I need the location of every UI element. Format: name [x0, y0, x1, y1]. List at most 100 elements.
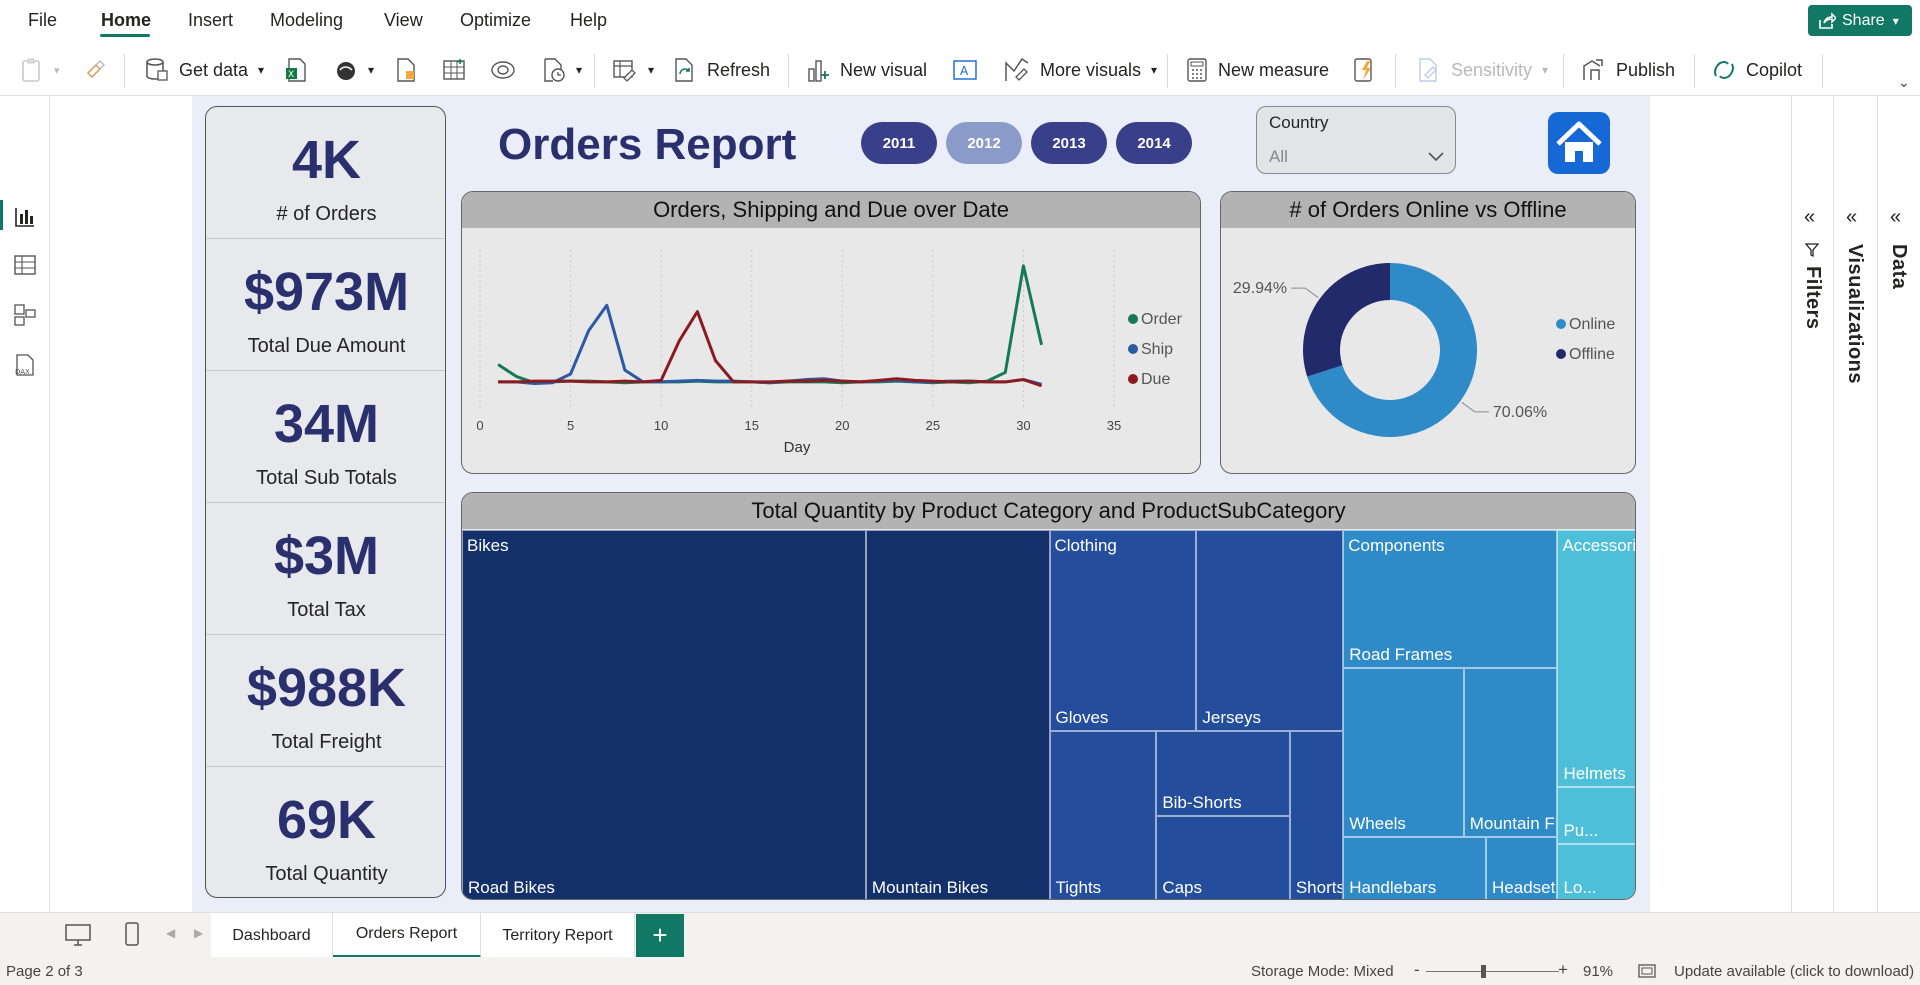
- paste-chevron-icon: ▾: [54, 64, 60, 77]
- kpi-value: 4K: [291, 130, 362, 190]
- report-view-icon[interactable]: [12, 204, 38, 230]
- year-slicer-2014[interactable]: 2014: [1116, 122, 1192, 164]
- previous-page-icon[interactable]: ◀: [166, 926, 175, 940]
- year-slicer-2013[interactable]: 2013: [1031, 122, 1107, 164]
- fit-to-page-icon[interactable]: [1637, 963, 1657, 979]
- collapse-chevron-icon[interactable]: «: [1890, 206, 1901, 229]
- legend-label[interactable]: Offline: [1569, 346, 1615, 363]
- treemap-tile-shorts[interactable]: Shorts: [1289, 730, 1344, 899]
- menu-help[interactable]: Help: [570, 10, 607, 31]
- treemap-tile-gloves[interactable]: Gloves: [1049, 530, 1197, 731]
- tab-territory-report[interactable]: Territory Report: [481, 913, 635, 958]
- x-tick-label: 5: [567, 418, 574, 433]
- kpi-card-sub-totals[interactable]: 34M Total Sub Totals: [206, 371, 445, 503]
- treemap-tile-wheels[interactable]: Wheels: [1343, 667, 1464, 838]
- mobile-layout-icon[interactable]: [124, 921, 140, 947]
- sensitivity-button[interactable]: Sensitivity ▾: [1417, 46, 1548, 94]
- add-page-button[interactable]: +: [636, 914, 684, 957]
- treemap-visual[interactable]: Total Quantity by Product Category and P…: [461, 492, 1636, 900]
- collapse-chevron-icon[interactable]: «: [1846, 206, 1857, 229]
- menu-modeling[interactable]: Modeling: [270, 10, 343, 31]
- share-button[interactable]: Share ▾: [1808, 5, 1912, 36]
- treemap-tile-label: Lo...: [1563, 877, 1597, 897]
- donut-slice-offline[interactable]: [1303, 263, 1390, 377]
- legend-label[interactable]: Due: [1141, 371, 1170, 388]
- treemap-tile-pu[interactable]: Pu...: [1557, 786, 1635, 844]
- menu-file[interactable]: File: [28, 10, 57, 31]
- year-slicer-2012[interactable]: 2012: [946, 122, 1022, 164]
- ribbon-collapse-chevron-icon[interactable]: ⌄: [1898, 74, 1910, 91]
- treemap-tile-bib-shorts[interactable]: Bib-Shorts: [1156, 730, 1290, 816]
- format-painter-button[interactable]: [84, 46, 106, 94]
- treemap-tile-tights[interactable]: Tights: [1049, 730, 1157, 899]
- series-line-ship[interactable]: [498, 303, 1042, 386]
- treemap-tile-label: Handlebars: [1349, 877, 1437, 897]
- new-measure-button[interactable]: New measure: [1186, 46, 1329, 94]
- model-view-icon[interactable]: [12, 302, 38, 328]
- line-chart-visual[interactable]: Orders, Shipping and Due over Date 0 5 10 1…: [461, 191, 1201, 474]
- publish-button[interactable]: Publish: [1582, 46, 1675, 94]
- text-box-button[interactable]: A: [952, 46, 978, 94]
- tab-orders-report[interactable]: Orders Report: [333, 913, 481, 958]
- collapse-chevron-icon[interactable]: «: [1804, 206, 1815, 229]
- menu-insert[interactable]: Insert: [188, 10, 233, 31]
- treemap-tile-helmets[interactable]: Helmets: [1557, 530, 1635, 787]
- onelake-button[interactable]: ▾: [334, 46, 374, 94]
- refresh-button[interactable]: Refresh: [673, 46, 770, 94]
- zoom-in-button[interactable]: +: [1558, 960, 1568, 980]
- treemap-tile-mountain-bikes[interactable]: Mountain Bikes: [865, 530, 1050, 899]
- more-visuals-chevron-icon: ▾: [1151, 63, 1158, 77]
- table-view-icon[interactable]: [12, 252, 38, 278]
- kpi-card-total-due[interactable]: $973M Total Due Amount: [206, 239, 445, 371]
- menu-home[interactable]: Home: [101, 10, 151, 31]
- treemap-tile-mountain-fra[interactable]: Mountain Fra...: [1463, 667, 1558, 838]
- menu-optimize[interactable]: Optimize: [460, 10, 531, 31]
- get-data-button[interactable]: Get data ▾: [145, 46, 264, 94]
- menu-view[interactable]: View: [384, 10, 423, 31]
- legend-label[interactable]: Order: [1141, 311, 1183, 328]
- dataverse-button[interactable]: [395, 46, 417, 94]
- tab-dashboard[interactable]: Dashboard: [211, 913, 333, 958]
- treemap-tile-caps[interactable]: Caps: [1156, 815, 1290, 899]
- data-pane[interactable]: « Data: [1877, 96, 1920, 912]
- page-indicator: Page 2 of 3: [6, 963, 83, 980]
- donut-chart-visual[interactable]: # of Orders Online vs Offline 70.06% Onli…: [1220, 191, 1636, 474]
- desktop-layout-icon[interactable]: [64, 923, 92, 947]
- legend-label[interactable]: Online: [1569, 316, 1615, 333]
- year-slicer-2011[interactable]: 2011: [861, 122, 937, 164]
- recent-sources-button[interactable]: ▾: [542, 46, 582, 94]
- legend-label[interactable]: Ship: [1141, 341, 1173, 358]
- dataflow-button[interactable]: [490, 46, 516, 94]
- onelake-chevron-icon: ▾: [368, 63, 375, 77]
- excel-button[interactable]: X: [285, 46, 309, 94]
- more-visuals-button[interactable]: More visuals ▾: [1004, 46, 1157, 94]
- treemap-tile-lo[interactable]: Lo...: [1557, 843, 1635, 899]
- zoom-slider-track[interactable]: [1426, 971, 1559, 972]
- kpi-card-quantity[interactable]: 69K Total Quantity: [206, 767, 445, 897]
- next-page-icon[interactable]: ▶: [194, 926, 203, 940]
- zoom-slider-thumb[interactable]: [1480, 965, 1486, 978]
- visualizations-pane[interactable]: « Visualizations: [1833, 96, 1877, 912]
- data-label: 29.94%: [1233, 280, 1287, 297]
- series-line-order[interactable]: [497, 264, 1044, 385]
- treemap-tile-jerseys[interactable]: Jerseys: [1196, 530, 1344, 731]
- new-visual-button[interactable]: New visual: [806, 46, 927, 94]
- copilot-button[interactable]: Copilot: [1712, 46, 1802, 94]
- treemap-tile-handlebars[interactable]: Handlebars: [1343, 837, 1487, 899]
- filters-pane[interactable]: « Filters: [1791, 96, 1833, 912]
- treemap-title: Total Quantity by Product Category and P…: [462, 493, 1635, 529]
- treemap-tile-road-bikes[interactable]: Road Bikes: [462, 530, 866, 899]
- zoom-out-button[interactable]: -: [1414, 960, 1420, 980]
- enter-data-button[interactable]: [442, 46, 466, 94]
- dax-query-view-icon[interactable]: DAX: [12, 352, 38, 378]
- kpi-card-tax[interactable]: $3M Total Tax: [206, 503, 445, 635]
- kpi-card-freight[interactable]: $988K Total Freight: [206, 635, 445, 767]
- transform-data-button[interactable]: ▾: [612, 46, 654, 94]
- home-navigation-button[interactable]: [1548, 112, 1610, 174]
- country-slicer[interactable]: Country All: [1256, 106, 1456, 174]
- treemap-tile-headsets[interactable]: Headsets: [1486, 837, 1558, 899]
- kpi-card-orders[interactable]: 4K # of Orders: [206, 107, 445, 239]
- quick-measure-button[interactable]: [1353, 46, 1375, 94]
- update-available-link[interactable]: Update available (click to download): [1674, 963, 1914, 980]
- paste-button[interactable]: ▾: [20, 46, 60, 94]
